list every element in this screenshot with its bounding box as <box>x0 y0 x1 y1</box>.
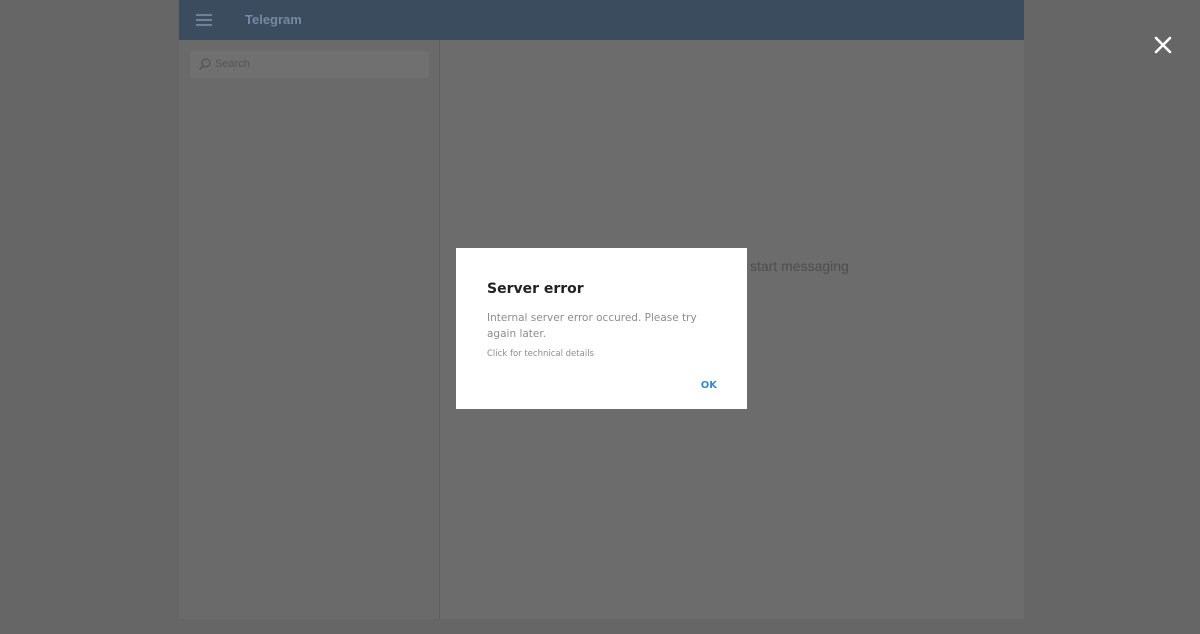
dialog-message: Internal server error occured. Please tr… <box>487 312 697 340</box>
server-error-dialog: Server error Internal server error occur… <box>456 248 747 409</box>
search-icon <box>198 58 211 71</box>
dialog-title: Server error <box>487 281 584 297</box>
chat-list-sidebar: Search <box>179 40 440 619</box>
app-title: Telegram <box>245 12 302 27</box>
close-icon[interactable] <box>1151 33 1175 57</box>
empty-chat-hint: start messaging <box>750 258 849 274</box>
technical-details-link[interactable]: Click for technical details <box>487 349 717 359</box>
search-input[interactable]: Search <box>190 51 429 78</box>
top-bar: Telegram <box>179 0 1024 40</box>
search-placeholder: Search <box>215 58 250 70</box>
hamburger-menu-icon[interactable] <box>196 13 212 27</box>
ok-button[interactable]: OK <box>701 380 717 391</box>
page: Telegram Search start messaging Server e… <box>0 0 1200 634</box>
